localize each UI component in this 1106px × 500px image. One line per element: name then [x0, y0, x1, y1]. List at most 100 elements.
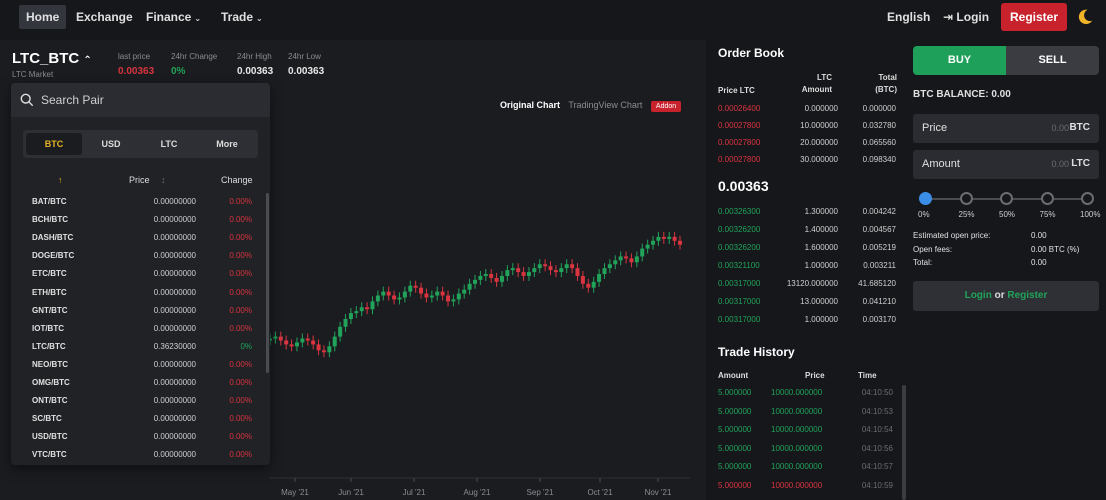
- stat-label: 24hr High: [237, 52, 272, 61]
- amount-field-value[interactable]: 0.00: [1051, 159, 1069, 169]
- pair-row[interactable]: USD/BTC 0.00000000 0.00%: [11, 428, 270, 446]
- nav-trade[interactable]: Trade ⌄: [214, 5, 270, 29]
- header-change[interactable]: Change: [221, 175, 253, 185]
- pair-row[interactable]: SC/BTC 0.00000000 0.00%: [11, 410, 270, 428]
- candle-body: [483, 274, 488, 277]
- pair-change: 0.00%: [229, 359, 252, 369]
- bid-row[interactable]: 0.00317000 13.000000 0.041210: [718, 294, 896, 311]
- pair-row[interactable]: VTC/BTC 0.00000000 0.00%: [11, 446, 270, 464]
- stat-value: 0%: [171, 66, 186, 77]
- stat-value: 0.00363: [237, 66, 274, 77]
- pair-row[interactable]: GNT/BTC 0.00000000 0.00%: [11, 302, 270, 320]
- info-label: Open fees:: [913, 245, 953, 254]
- slider-stop[interactable]: [1040, 192, 1054, 205]
- candle-body: [462, 289, 467, 294]
- pair-row[interactable]: BCH/BTC 0.00000000 0.00%: [11, 211, 270, 229]
- pair-row[interactable]: DOGE/BTC 0.00000000 0.00%: [11, 247, 270, 265]
- slider-stop[interactable]: [1081, 192, 1094, 205]
- price-field-label: Price: [922, 122, 948, 134]
- nav-exchange[interactable]: Exchange: [69, 5, 140, 29]
- bid-price: 0.00326200: [718, 225, 761, 234]
- nav-login-label: Login: [956, 10, 990, 24]
- bid-row[interactable]: 0.00326300 1.300000 0.004242: [718, 204, 896, 221]
- slider-stop[interactable]: [1000, 192, 1013, 205]
- ob-col-amount: LTC Amount: [792, 72, 832, 96]
- language-selector[interactable]: English: [880, 5, 937, 29]
- candle-body: [526, 272, 531, 276]
- nav-finance[interactable]: Finance ⌄: [139, 5, 208, 29]
- nav-home[interactable]: Home: [19, 5, 67, 29]
- search-pair-input[interactable]: [41, 89, 261, 111]
- candle-body: [408, 285, 413, 292]
- amount-field-unit: LTC: [1071, 158, 1090, 169]
- pair-row[interactable]: DASH/BTC 0.00000000 0.00%: [11, 229, 270, 247]
- candle-body: [629, 258, 634, 263]
- bid-row[interactable]: 0.00317000 1.000000 0.003170: [718, 312, 896, 329]
- price-field[interactable]: Price 0.00 BTC: [913, 114, 1099, 143]
- trade-history-row: 5.00000010000.00000004:11:00: [718, 496, 893, 500]
- pair-list-scrollbar[interactable]: [266, 193, 269, 373]
- candle-body: [354, 311, 359, 314]
- stat-24h-high: 24hr High 0.00363: [237, 52, 273, 77]
- ob-col-total-2: (BTC): [875, 85, 897, 94]
- tab-btc[interactable]: BTC: [26, 133, 82, 155]
- slider-stop[interactable]: [959, 192, 973, 205]
- candle-body: [607, 264, 612, 269]
- bid-row[interactable]: 0.00321100 1.000000 0.003211: [718, 258, 896, 275]
- ask-row[interactable]: 0.00027800 20.000000 0.065560: [718, 135, 896, 152]
- register-link[interactable]: Register: [1007, 290, 1047, 301]
- x-tick-label: Jun '21: [338, 488, 364, 497]
- pair-change: 0.00%: [229, 414, 252, 424]
- tab-usd[interactable]: USD: [83, 133, 139, 155]
- pair-row[interactable]: ONT/BTC 0.00000000 0.00%: [11, 392, 270, 410]
- sort-icon[interactable]: ↕: [161, 175, 166, 185]
- bid-row[interactable]: 0.00326200 1.400000 0.004567: [718, 222, 896, 239]
- candle-body: [532, 268, 537, 273]
- search-icon: [20, 93, 34, 107]
- header-price[interactable]: Price: [129, 175, 150, 185]
- bid-total: 0.005219: [862, 243, 896, 252]
- pair-row[interactable]: IOT/BTC 0.00000000 0.00%: [11, 320, 270, 338]
- trade-history-scrollbar[interactable]: [902, 385, 906, 500]
- ask-row[interactable]: 0.00027800 30.000000 0.098340: [718, 152, 896, 169]
- register-button[interactable]: Register: [1001, 3, 1067, 31]
- nav-login[interactable]: ⇥ Login: [936, 5, 996, 29]
- pair-name: ONT/BTC: [32, 396, 68, 406]
- ask-row[interactable]: 0.00027800 10.000000 0.032780: [718, 118, 896, 135]
- pair-name: USD/BTC: [32, 432, 68, 442]
- login-link[interactable]: Login: [965, 290, 992, 301]
- pair-price: 0.00000000: [153, 269, 196, 279]
- bid-price: 0.00317000: [718, 297, 761, 306]
- bid-row[interactable]: 0.00317000 13120.000000 41.685120: [718, 276, 896, 293]
- pair-row[interactable]: LTC/BTC 0.36230000 0%: [11, 338, 270, 356]
- pair-row[interactable]: BAT/BTC 0.00000000 0.00%: [11, 193, 270, 211]
- buy-tab-button[interactable]: BUY: [913, 46, 1006, 75]
- moon-icon[interactable]: [1076, 8, 1094, 26]
- bid-row[interactable]: 0.00326200 1.600000 0.005219: [718, 240, 896, 257]
- or-text: or: [994, 290, 1005, 301]
- amount-field[interactable]: Amount 0.00 LTC: [913, 150, 1099, 179]
- slider-percent-label: 50%: [999, 210, 1016, 219]
- th-time: 04:10:50: [861, 388, 893, 397]
- pair-row[interactable]: ETH/BTC 0.00000000 0.00%: [11, 284, 270, 302]
- candle-body: [294, 342, 299, 347]
- tab-more[interactable]: More: [199, 133, 255, 155]
- sell-tab-button[interactable]: SELL: [1006, 46, 1099, 75]
- tab-ltc[interactable]: LTC: [141, 133, 197, 155]
- pair-row[interactable]: OMG/BTC 0.00000000 0.00%: [11, 374, 270, 392]
- candle-body: [505, 270, 510, 276]
- trade-history-row: 5.000000 10000.000000 04:10:50: [718, 385, 893, 403]
- pair-row[interactable]: ETC/BTC 0.00000000 0.00%: [11, 265, 270, 283]
- price-field-value[interactable]: 0.00: [1051, 123, 1069, 133]
- pair-row[interactable]: NEO/BTC 0.00000000 0.00%: [11, 356, 270, 374]
- candle-body: [548, 266, 553, 271]
- trade-history-row: 5.000000 10000.000000 04:10:54: [718, 422, 893, 440]
- pair-title[interactable]: LTC_BTC ⌃: [12, 50, 92, 67]
- pair-change: 0.00%: [229, 197, 252, 206]
- ask-row[interactable]: 0.00026400 0.000000 0.000000: [718, 101, 896, 118]
- sort-asc-icon[interactable]: ↑: [58, 175, 63, 185]
- pair-price: 0.00000000: [153, 359, 196, 369]
- th-amount: 5.000000: [718, 480, 752, 490]
- bid-price: 0.00326200: [718, 243, 761, 252]
- slider-stop[interactable]: [919, 192, 932, 205]
